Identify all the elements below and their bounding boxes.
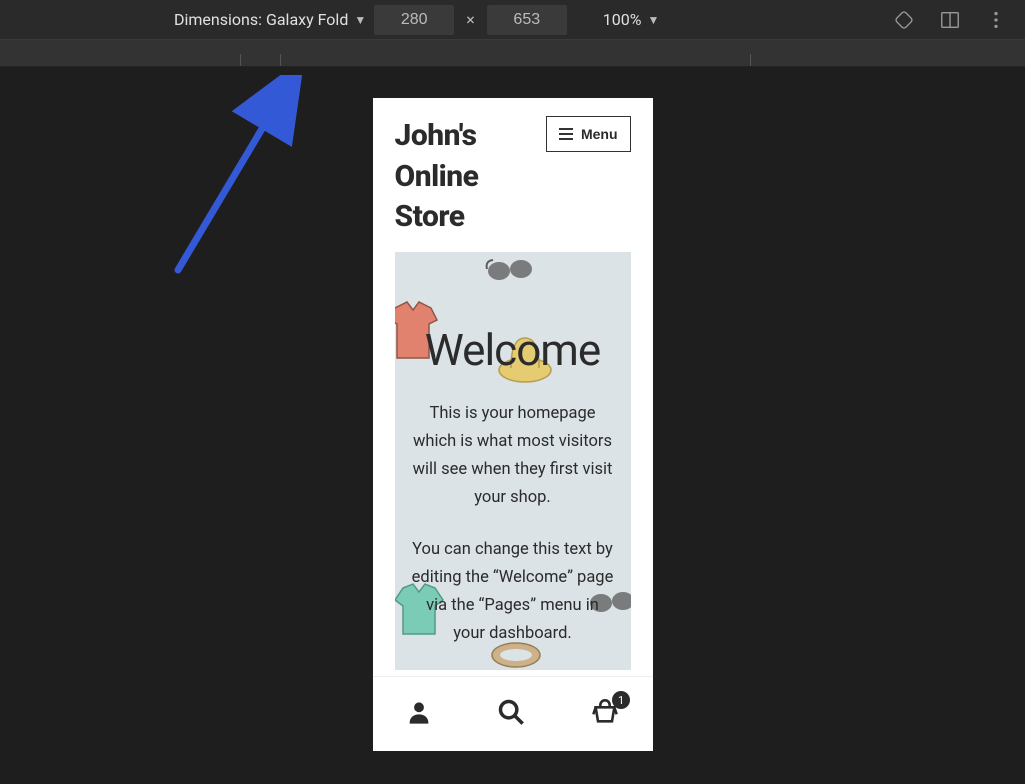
simulated-mobile-viewport: John's Online Store Menu Welcome This is… [373, 98, 653, 751]
hero-paragraph-1: This is your homepage which is what most… [405, 400, 621, 512]
hero-title: Welcome [405, 324, 621, 376]
device-viewport-area: John's Online Store Menu Welcome This is… [0, 67, 1025, 784]
menu-button-label: Menu [581, 126, 618, 142]
sunglasses-icon [485, 256, 533, 286]
dual-pane-icon[interactable] [939, 9, 961, 31]
menu-button[interactable]: Menu [546, 116, 631, 152]
times-separator: × [466, 10, 475, 29]
site-title: John's Online Store [395, 116, 546, 238]
account-icon[interactable] [405, 698, 433, 730]
chevron-down-icon: ▼ [647, 13, 659, 27]
annotation-arrow [148, 75, 338, 305]
chevron-down-icon: ▼ [354, 13, 366, 27]
toolbar-right [893, 9, 1007, 31]
cart-icon[interactable]: 1 [590, 698, 620, 730]
rotate-icon[interactable] [893, 9, 915, 31]
dimensions-group: Dimensions: Galaxy Fold ▼ × 100% ▼ [174, 5, 659, 35]
devtools-device-toolbar: Dimensions: Galaxy Fold ▼ × 100% ▼ [0, 0, 1025, 40]
search-icon[interactable] [497, 698, 525, 730]
height-input[interactable] [487, 5, 567, 35]
hamburger-icon [559, 128, 573, 140]
bottom-nav: 1 [373, 676, 653, 751]
hero-section: Welcome This is your homepage which is w… [395, 252, 631, 670]
device-label: Dimensions: Galaxy Fold [174, 10, 348, 29]
cart-count-badge: 1 [612, 691, 630, 709]
breakpoint-ruler [0, 40, 1025, 67]
width-input[interactable] [374, 5, 454, 35]
kebab-menu-icon[interactable] [985, 9, 1007, 31]
zoom-dropdown[interactable]: 100% ▼ [603, 10, 660, 29]
hero-paragraph-2: You can change this text by editing the … [405, 536, 621, 648]
site-header: John's Online Store Menu [373, 98, 653, 252]
device-dropdown[interactable]: Dimensions: Galaxy Fold ▼ [174, 10, 366, 29]
zoom-label: 100% [603, 10, 642, 29]
